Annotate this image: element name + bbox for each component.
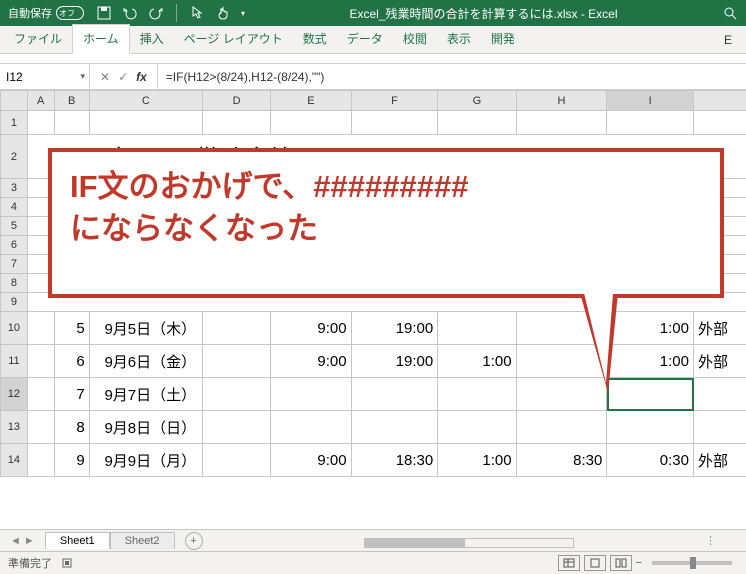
tab-insert[interactable]: 挿入 (130, 25, 174, 53)
search-icon[interactable] (722, 5, 738, 21)
row-8[interactable]: 8 (1, 274, 28, 293)
view-pagebreak-icon[interactable] (610, 555, 632, 571)
col-F[interactable]: F (351, 91, 438, 111)
table-row: 11 6 9月6日（金） 9:00 19:00 1:00 1:00 外部 (1, 345, 746, 378)
table-row: 13 8 9月8日（日） (1, 411, 746, 444)
table-row: 12 7 9月7日（土） (1, 378, 746, 411)
col-D[interactable]: D (203, 91, 271, 111)
row-11[interactable]: 11 (1, 345, 28, 378)
tab-file[interactable]: ファイル (4, 25, 72, 53)
row-5[interactable]: 5 (1, 217, 28, 236)
autosave-label: 自動保存 (8, 5, 52, 21)
sheet-options-icon[interactable]: ⋮ (705, 534, 746, 547)
col-B[interactable]: B (54, 91, 89, 111)
autosave-toggle[interactable]: 自動保存 オフ (4, 5, 88, 21)
row-3[interactable]: 3 (1, 179, 28, 198)
touch-icon[interactable] (215, 5, 231, 21)
row-2[interactable]: 2 (1, 135, 28, 179)
name-box[interactable]: I12 (0, 64, 90, 89)
tab-pagelayout[interactable]: ページ レイアウト (174, 25, 293, 53)
enter-icon[interactable]: ✓ (118, 70, 128, 84)
col-A[interactable]: A (27, 91, 54, 111)
tab-review[interactable]: 校閲 (393, 25, 437, 53)
macro-record-icon[interactable] (62, 556, 76, 570)
sheet-tab-bar: ◄ ► Sheet1 Sheet2 + ⋮ (0, 529, 746, 551)
tab-formulas[interactable]: 数式 (293, 25, 337, 53)
row-14[interactable]: 14 (1, 444, 28, 477)
cancel-icon[interactable]: ✕ (100, 70, 110, 84)
cursor-icon[interactable] (189, 5, 205, 21)
add-sheet-button[interactable]: + (185, 532, 203, 550)
row-6[interactable]: 6 (1, 236, 28, 255)
callout-line1: IF文のおかげで、######### (70, 166, 702, 208)
view-pagelayout-icon[interactable] (584, 555, 606, 571)
status-ready: 準備完了 (8, 555, 52, 571)
save-icon[interactable] (96, 5, 112, 21)
col-G[interactable]: G (438, 91, 516, 111)
callout-line2: にならなくなった (70, 208, 702, 250)
table-row: 10 5 9月5日（木） 9:00 19:00 1:00 外部 (1, 312, 746, 345)
row-12[interactable]: 12 (1, 378, 28, 411)
sheet-tab-2[interactable]: Sheet2 (110, 532, 175, 549)
autosave-state: オフ (56, 6, 84, 20)
row-13[interactable]: 13 (1, 411, 28, 444)
selected-cell[interactable] (607, 378, 694, 411)
undo-icon[interactable] (122, 5, 138, 21)
col-blank[interactable] (694, 91, 746, 111)
col-H[interactable]: H (516, 91, 607, 111)
sheet-prev-icon[interactable]: ◄ (10, 535, 21, 547)
zoom-out-icon[interactable]: − (636, 557, 642, 569)
sheet-tab-active[interactable]: Sheet1 (45, 532, 110, 549)
ribbon-tabs: ファイル ホーム 挿入 ページ レイアウト 数式 データ 校閲 表示 開発 E (0, 26, 746, 54)
col-E[interactable]: E (271, 91, 351, 111)
tab-data[interactable]: データ (337, 25, 393, 53)
title-bar: 自動保存 オフ ▾ Excel_残業時間の合計を計算するには.xlsx - Ex… (0, 0, 746, 26)
row-9[interactable]: 9 (1, 293, 28, 312)
table-row: 14 9 9月9日（月） 9:00 18:30 1:00 8:30 0:30 外… (1, 444, 746, 477)
worksheet-grid[interactable]: A B C D E F G H I 1 2 2019年9月の勤務実績 3 4 5… (0, 90, 746, 529)
status-bar: 準備完了 − (0, 551, 746, 574)
redo-icon[interactable] (148, 5, 164, 21)
quick-access-toolbar: ▾ (96, 4, 245, 22)
row-7[interactable]: 7 (1, 255, 28, 274)
tab-home[interactable]: ホーム (72, 24, 130, 54)
tab-view[interactable]: 表示 (437, 25, 481, 53)
column-headers: A B C D E F G H I (1, 91, 746, 111)
hscroll[interactable] (364, 538, 574, 548)
row-4[interactable]: 4 (1, 198, 28, 217)
window-title: Excel_残業時間の合計を計算するには.xlsx - Excel (245, 5, 722, 22)
col-C[interactable]: C (89, 91, 202, 111)
row-1[interactable]: 1 (1, 111, 28, 135)
row-10[interactable]: 10 (1, 312, 28, 345)
annotation-callout: IF文のおかげで、######### にならなくなった (48, 148, 724, 298)
sheet-next-icon[interactable]: ► (24, 535, 35, 547)
formula-input[interactable]: =IF(H12>(8/24),H12-(8/24),"") (158, 64, 746, 89)
ribbon-right-letter: E (714, 28, 742, 53)
view-normal-icon[interactable] (558, 555, 580, 571)
select-all-cell[interactable] (1, 91, 28, 111)
col-I[interactable]: I (607, 91, 694, 111)
tab-developer[interactable]: 開発 (481, 25, 525, 53)
fx-icon[interactable]: fx (136, 70, 147, 84)
zoom-slider[interactable] (652, 561, 732, 565)
formula-bar: I12 ✕ ✓ fx =IF(H12>(8/24),H12-(8/24),"") (0, 64, 746, 90)
